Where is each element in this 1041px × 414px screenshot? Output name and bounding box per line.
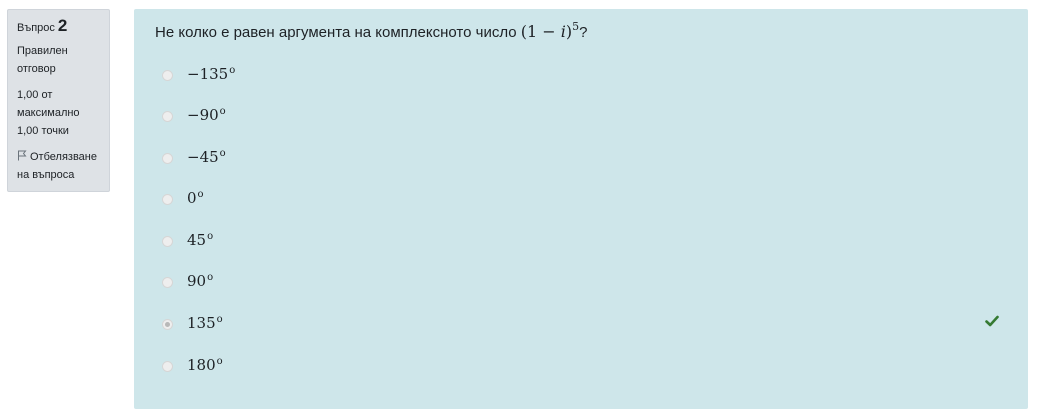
answer-radio[interactable] bbox=[162, 152, 173, 164]
answer-label: −45o bbox=[187, 148, 226, 166]
answer-radio[interactable] bbox=[162, 110, 173, 122]
answer-radio[interactable] bbox=[162, 69, 173, 81]
answer-label: 180o bbox=[187, 356, 223, 374]
answer-label: 45o bbox=[187, 231, 214, 249]
answer-option[interactable]: 0o bbox=[162, 188, 204, 210]
answer-radio[interactable] bbox=[162, 193, 173, 205]
question-header: Въпрос 2 bbox=[17, 16, 109, 38]
answer-option[interactable]: −135o bbox=[162, 64, 235, 86]
answer-option-selected[interactable]: 135o bbox=[162, 313, 223, 335]
question-formula: (1 − i)5 bbox=[520, 21, 579, 41]
question-content: Не колко е равен аргумента на комплексно… bbox=[134, 9, 1028, 409]
flag-outline-icon bbox=[18, 150, 27, 161]
answer-radio[interactable] bbox=[162, 360, 173, 372]
answer-option[interactable]: 45o bbox=[162, 230, 213, 252]
question-label: Въпрос bbox=[17, 22, 55, 34]
answer-label: 90o bbox=[187, 272, 214, 290]
question-number: 2 bbox=[57, 16, 68, 35]
checkmark-icon bbox=[985, 315, 999, 327]
answer-label: −135o bbox=[187, 65, 236, 83]
question-info-panel: Въпрос 2 Правилен отговор 1,00 от максима… bbox=[7, 9, 110, 192]
question-text: Не колко е равен аргумента на комплексно… bbox=[155, 21, 588, 43]
flag-question-link[interactable]: Отбелязване на въпроса bbox=[17, 148, 112, 184]
question-grade: 1,00 от максимално 1,00 точки bbox=[17, 89, 80, 137]
answer-label: −90o bbox=[187, 106, 226, 124]
answer-option[interactable]: 180o bbox=[162, 355, 223, 377]
answer-radio[interactable] bbox=[162, 276, 173, 288]
question-state: Правилен отговор bbox=[17, 45, 68, 75]
answer-label: 135o bbox=[187, 314, 223, 332]
answer-option[interactable]: −45o bbox=[162, 147, 226, 169]
question-suffix: ? bbox=[579, 24, 588, 41]
answer-option[interactable]: −90o bbox=[162, 105, 226, 127]
question-text-body: Не колко е равен аргумента на комплексно… bbox=[155, 24, 517, 41]
answer-option[interactable]: 90o bbox=[162, 271, 213, 293]
answer-radio-selected[interactable] bbox=[162, 318, 173, 330]
formula-open: (1 − bbox=[520, 22, 561, 41]
answer-label: 0o bbox=[187, 189, 204, 207]
flag-label: Отбелязване на въпроса bbox=[17, 151, 97, 181]
answer-radio[interactable] bbox=[162, 235, 173, 247]
